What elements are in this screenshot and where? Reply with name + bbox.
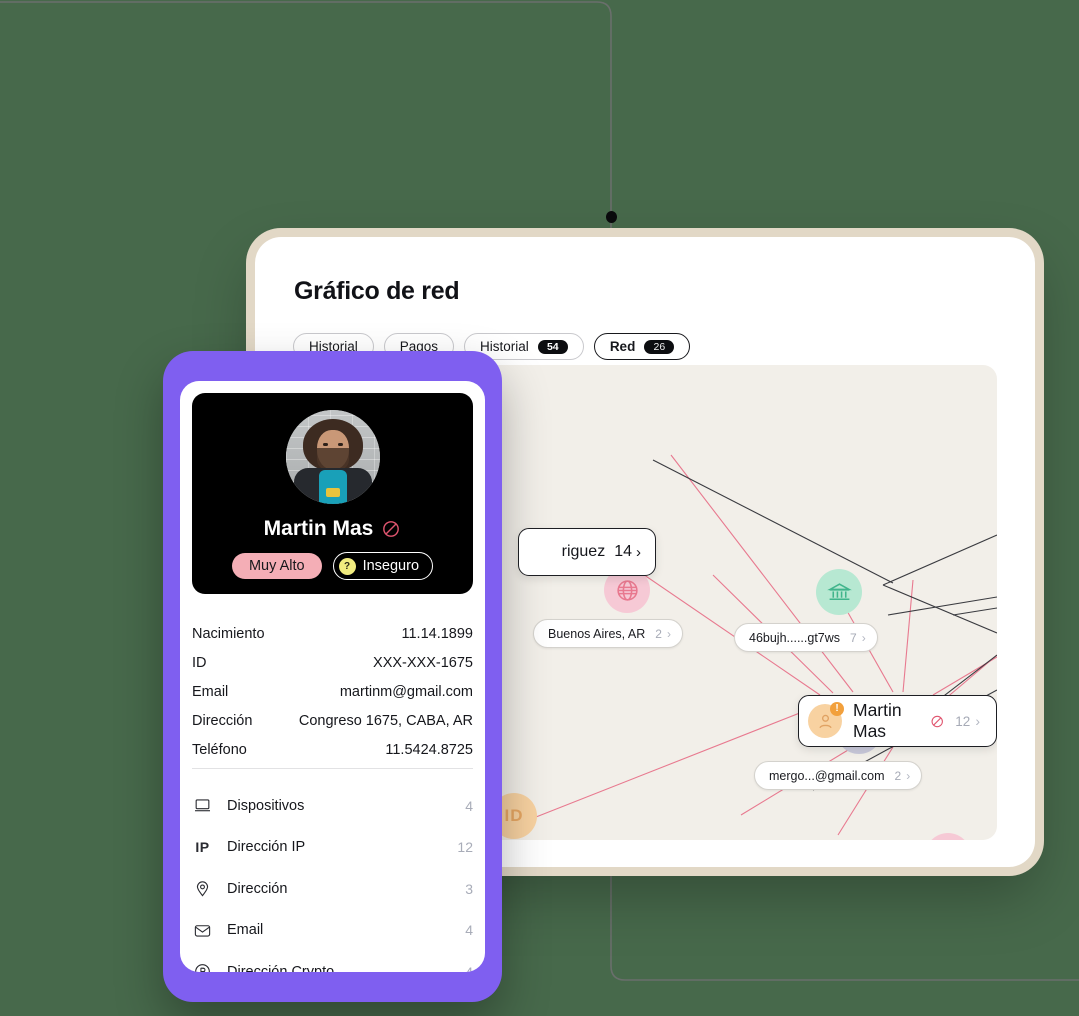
bitcoin-icon — [192, 962, 213, 972]
graph-chip-location[interactable]: Buenos Aires, AR 2 › — [533, 619, 683, 648]
detail-row: Nacimiento 11.14.1899 — [192, 619, 473, 648]
detail-key: Email — [192, 683, 229, 700]
node-id-label: ID — [504, 806, 524, 825]
tab-badge: 54 — [537, 339, 568, 354]
node-label: Buenos Aires, AR — [548, 626, 646, 641]
tab-label: Historial — [480, 339, 529, 354]
node-label: mergo...@gmail.com — [769, 768, 885, 783]
profile-card: Martin Mas Muy Alto ? Inseguro Nacimient… — [180, 381, 485, 972]
warning-badge: ! — [830, 702, 844, 716]
chevron-right-icon: › — [666, 626, 671, 641]
node-count: 14 — [614, 543, 632, 560]
laptop-icon — [192, 796, 213, 815]
globe-icon — [616, 579, 638, 601]
connector-dot — [606, 211, 617, 223]
detail-row: Teléfono 11.5424.8725 — [192, 735, 473, 764]
stat-row-direccion[interactable]: Dirección 3 — [192, 868, 473, 910]
stat-label: Dispositivos — [227, 797, 305, 814]
center-node-name: Martin Mas — [853, 700, 902, 741]
stat-label: Dirección IP — [227, 839, 306, 856]
security-badge: ? Inseguro — [332, 552, 434, 580]
node-count: 2 — [655, 626, 662, 641]
stat-count: 4 — [465, 797, 473, 814]
node-label: 46bujh......gt7ws — [749, 630, 841, 645]
profile-name-row: Martin Mas — [264, 517, 402, 541]
chevron-right-icon: › — [636, 543, 641, 561]
stat-label: Dirección Crypto — [227, 963, 335, 972]
chevron-right-icon: › — [861, 630, 866, 645]
blocked-icon — [383, 521, 400, 537]
tab-label: Red — [609, 339, 636, 354]
risk-badge: Muy Alto — [231, 553, 322, 579]
profile-name: Martin Mas — [263, 517, 374, 540]
screenshot-stage: Gráfico de red Historial Pagos Historial… — [0, 0, 1079, 1016]
chevron-right-icon: › — [906, 768, 911, 783]
envelope-icon — [192, 921, 213, 940]
graph-node-partial-chip[interactable]: riguez 14 › — [518, 528, 656, 576]
center-node-count: 12 — [955, 713, 971, 729]
stat-row-direccion-ip[interactable]: IP Dirección IP 12 — [192, 827, 473, 869]
stat-count: 3 — [465, 880, 473, 897]
profile-badges: Muy Alto ? Inseguro — [231, 552, 434, 580]
profile-stats: Dispositivos 4 IP Dirección IP 12 Direcc… — [192, 785, 473, 972]
question-icon: ? — [338, 557, 356, 575]
blocked-icon — [931, 715, 943, 727]
profile-details: Nacimiento 11.14.1899 ID XXX-XXX-1675 Em… — [192, 619, 473, 764]
stat-label: Dirección — [227, 880, 288, 897]
graph-chip-email[interactable]: mergo...@gmail.com 2 › — [754, 761, 923, 790]
detail-row: ID XXX-XXX-1675 — [192, 648, 473, 677]
stat-count: 12 — [457, 839, 473, 856]
ip-icon: IP — [195, 839, 210, 856]
node-label: riguez — [561, 543, 606, 560]
detail-row: Email martinm@gmail.com — [192, 677, 473, 706]
node-count: 7 — [850, 630, 857, 645]
page-title: Gráfico de red — [294, 277, 460, 305]
avatar: ! — [808, 702, 844, 738]
stat-count: 4 — [465, 963, 473, 972]
detail-value: martinm@gmail.com — [339, 683, 473, 700]
divider — [192, 768, 473, 769]
tab-red[interactable]: Red 26 — [593, 333, 691, 360]
profile-card-outer: Martin Mas Muy Alto ? Inseguro Nacimient… — [163, 351, 502, 1002]
stat-row-dispositivos[interactable]: Dispositivos 4 — [192, 785, 473, 827]
graph-chip-bank[interactable]: 46bujh......gt7ws 7 › — [734, 623, 878, 652]
detail-key: Dirección — [192, 712, 253, 729]
detail-row: Dirección Congreso 1675, CABA, AR — [192, 706, 473, 735]
detail-value: 11.14.1899 — [401, 625, 474, 642]
detail-key: ID — [192, 654, 207, 671]
profile-hero: Martin Mas Muy Alto ? Inseguro — [192, 393, 473, 594]
detail-value: 11.5424.8725 — [385, 741, 473, 758]
pin-icon — [192, 879, 213, 898]
security-badge-label: Inseguro — [362, 558, 420, 574]
graph-center-node[interactable]: ! Martin Mas 12 › — [798, 695, 997, 747]
stat-row-email[interactable]: Email 4 — [192, 910, 473, 952]
detail-key: Teléfono — [192, 741, 247, 758]
graph-node-bank-circle[interactable] — [816, 569, 862, 615]
tab-badge: 26 — [644, 339, 675, 354]
profile-photo — [285, 410, 380, 504]
detail-value: XXX-XXX-1675 — [373, 654, 473, 671]
stat-count: 4 — [465, 922, 473, 939]
bank-icon — [826, 582, 852, 600]
node-count: 2 — [894, 768, 902, 783]
detail-key: Nacimiento — [192, 625, 265, 642]
detail-value: Congreso 1675, CABA, AR — [298, 712, 473, 729]
chevron-right-icon: › — [975, 713, 980, 729]
stat-label: Email — [227, 922, 264, 939]
stat-row-direccion-crypto[interactable]: Dirección Crypto 4 — [192, 951, 473, 972]
